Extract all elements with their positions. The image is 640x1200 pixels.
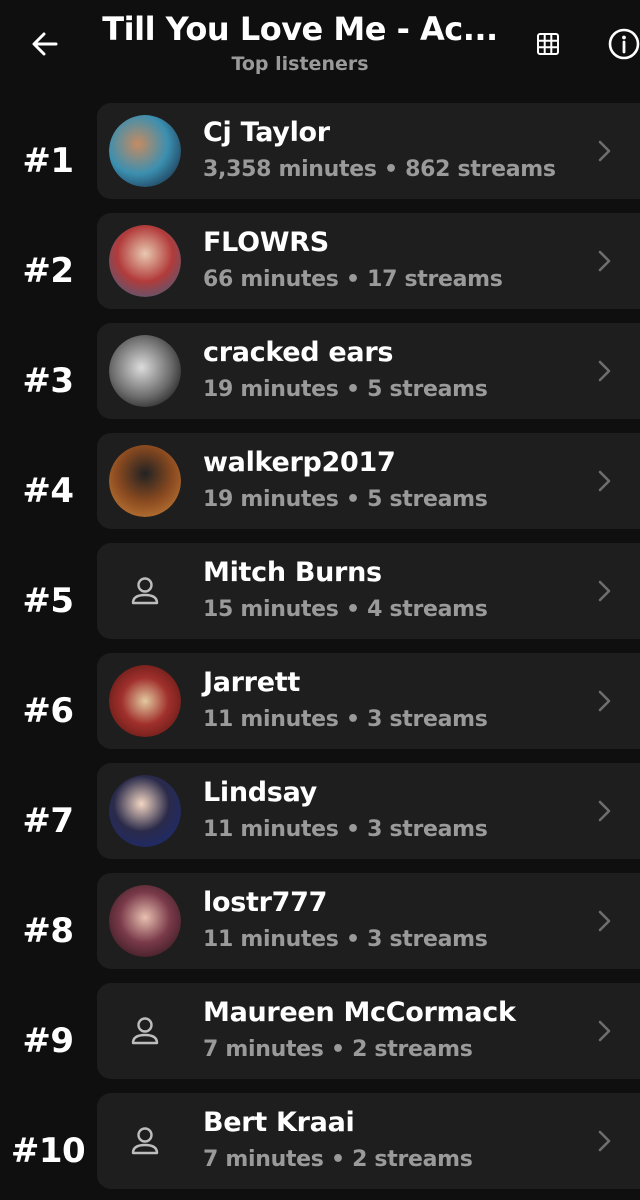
avatar (109, 665, 181, 737)
listener-card[interactable]: Maureen McCormack 7 minutes • 2 streams (97, 983, 640, 1079)
chevron-right-icon (591, 357, 617, 385)
listener-card[interactable]: Mitch Burns 15 minutes • 4 streams (97, 543, 640, 639)
listener-card[interactable]: Jarrett 11 minutes • 3 streams (97, 653, 640, 749)
listener-stats: 19 minutes • 5 streams (203, 487, 488, 512)
listener-stats: 15 minutes • 4 streams (203, 597, 488, 622)
chevron-right-icon (591, 687, 617, 715)
person-icon (109, 995, 181, 1067)
listener-stats: 19 minutes • 5 streams (203, 377, 488, 402)
rank-label: #4 (22, 471, 74, 511)
rank-label: #7 (22, 801, 74, 841)
listener-stats: 11 minutes • 3 streams (203, 817, 488, 842)
listener-stats: 11 minutes • 3 streams (203, 707, 488, 732)
listener-stats: 11 minutes • 3 streams (203, 927, 488, 952)
listener-card[interactable]: cracked ears 19 minutes • 5 streams (97, 323, 640, 419)
arrow-left-icon (32, 32, 58, 56)
rank-label: #9 (22, 1021, 74, 1061)
avatar (109, 115, 181, 187)
page-title: Till You Love Me - Ac... (102, 10, 498, 48)
rank-label: #1 (22, 141, 74, 181)
listener-stats: 66 minutes • 17 streams (203, 267, 503, 292)
listener-card[interactable]: Bert Kraai 7 minutes • 2 streams (97, 1093, 640, 1189)
chevron-right-icon (591, 577, 617, 605)
listener-stats: 7 minutes • 2 streams (203, 1037, 473, 1062)
listener-name: lostr777 (203, 887, 328, 918)
avatar (109, 335, 181, 407)
rank-label: #10 (10, 1131, 86, 1171)
back-button[interactable] (22, 24, 68, 64)
chevron-right-icon (591, 1127, 617, 1155)
chevron-right-icon (591, 797, 617, 825)
person-icon (109, 1105, 181, 1177)
listener-name: Bert Kraai (203, 1107, 355, 1138)
listener-name: Jarrett (203, 667, 300, 698)
listener-name: Mitch Burns (203, 557, 382, 588)
rank-label: #6 (22, 691, 74, 731)
listener-row[interactable]: #2 FLOWRS 66 minutes • 17 streams (0, 213, 640, 311)
listener-name: Lindsay (203, 777, 317, 808)
person-icon (109, 555, 181, 627)
listener-row[interactable]: #9 Maureen McCormack 7 minutes • 2 streams (0, 983, 640, 1081)
listener-row[interactable]: #10 Bert Kraai 7 minutes • 2 streams (0, 1093, 640, 1191)
listener-card[interactable]: FLOWRS 66 minutes • 17 streams (97, 213, 640, 309)
listener-row[interactable]: #6 Jarrett 11 minutes • 3 streams (0, 653, 640, 751)
listener-row[interactable]: #5 Mitch Burns 15 minutes • 4 streams (0, 543, 640, 641)
avatar (109, 445, 181, 517)
avatar (109, 885, 181, 957)
listener-name: Cj Taylor (203, 117, 330, 148)
listener-card[interactable]: Cj Taylor 3,358 minutes • 862 streams (97, 103, 640, 199)
listener-name: Maureen McCormack (203, 997, 516, 1028)
listener-name: cracked ears (203, 337, 394, 368)
listener-row[interactable]: #3 cracked ears 19 minutes • 5 streams (0, 323, 640, 421)
grid-icon (537, 33, 559, 55)
listener-card[interactable]: Lindsay 11 minutes • 3 streams (97, 763, 640, 859)
listener-row[interactable]: #1 Cj Taylor 3,358 minutes • 862 streams (0, 103, 640, 201)
rank-label: #5 (22, 581, 74, 621)
chevron-right-icon (591, 1017, 617, 1045)
chevron-right-icon (591, 137, 617, 165)
listener-row[interactable]: #4 walkerp2017 19 minutes • 5 streams (0, 433, 640, 531)
info-button[interactable] (604, 26, 640, 62)
chevron-right-icon (591, 247, 617, 275)
app-header: Till You Love Me - Ac... Top listeners (0, 0, 640, 96)
page-subtitle: Top listeners (231, 53, 369, 75)
rank-label: #8 (22, 911, 74, 951)
avatar (109, 775, 181, 847)
chevron-right-icon (591, 467, 617, 495)
listener-stats: 3,358 minutes • 862 streams (203, 157, 556, 182)
grid-view-button[interactable] (530, 26, 566, 62)
rank-label: #2 (22, 251, 74, 291)
listener-card[interactable]: lostr777 11 minutes • 3 streams (97, 873, 640, 969)
listener-stats: 7 minutes • 2 streams (203, 1147, 473, 1172)
listener-row[interactable]: #8 lostr777 11 minutes • 3 streams (0, 873, 640, 971)
listener-name: walkerp2017 (203, 447, 396, 478)
avatar (109, 225, 181, 297)
listener-name: FLOWRS (203, 227, 329, 258)
rank-label: #3 (22, 361, 74, 401)
listener-card[interactable]: walkerp2017 19 minutes • 5 streams (97, 433, 640, 529)
chevron-right-icon (591, 907, 617, 935)
listener-row[interactable]: #7 Lindsay 11 minutes • 3 streams (0, 763, 640, 861)
